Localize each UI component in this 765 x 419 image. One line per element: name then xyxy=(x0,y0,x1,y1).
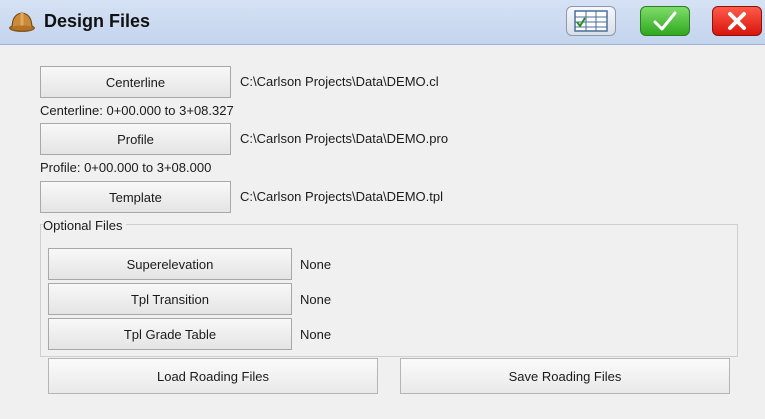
save-roading-files-button[interactable]: Save Roading Files xyxy=(400,358,730,394)
profile-button[interactable]: Profile xyxy=(40,123,231,155)
table-view-button[interactable] xyxy=(566,6,616,36)
checkmark-icon xyxy=(652,10,678,32)
centerline-path: C:\Carlson Projects\Data\DEMO.cl xyxy=(240,74,439,89)
tpl-transition-button[interactable]: Tpl Transition xyxy=(48,283,292,315)
tpl-grade-table-value: None xyxy=(300,327,332,342)
template-path: C:\Carlson Projects\Data\DEMO.tpl xyxy=(240,189,444,204)
load-roading-files-button[interactable]: Load Roading Files xyxy=(48,358,378,394)
superelevation-value: None xyxy=(300,257,332,272)
close-icon xyxy=(726,10,748,32)
main-content: Centerline C:\Carlson Projects\Data\DEMO… xyxy=(0,45,765,419)
table-icon xyxy=(574,10,608,32)
hardhat-icon xyxy=(8,8,36,36)
profile-path: C:\Carlson Projects\Data\DEMO.pro xyxy=(240,131,449,146)
design-files-window: Design Files Centerline C:\Carlson Proje… xyxy=(0,0,765,419)
title-bar: Design Files xyxy=(0,0,765,45)
superelevation-button[interactable]: Superelevation xyxy=(48,248,292,280)
centerline-button[interactable]: Centerline xyxy=(40,66,231,98)
tpl-transition-value: None xyxy=(300,292,332,307)
template-button[interactable]: Template xyxy=(40,181,231,213)
ok-button[interactable] xyxy=(640,6,690,36)
optional-files-title: Optional Files xyxy=(43,218,127,233)
tpl-grade-table-button[interactable]: Tpl Grade Table xyxy=(48,318,292,350)
cancel-button[interactable] xyxy=(712,6,762,36)
profile-range: Profile: 0+00.000 to 3+08.000 xyxy=(40,160,212,175)
window-title: Design Files xyxy=(44,11,151,31)
centerline-range: Centerline: 0+00.000 to 3+08.327 xyxy=(40,103,234,118)
